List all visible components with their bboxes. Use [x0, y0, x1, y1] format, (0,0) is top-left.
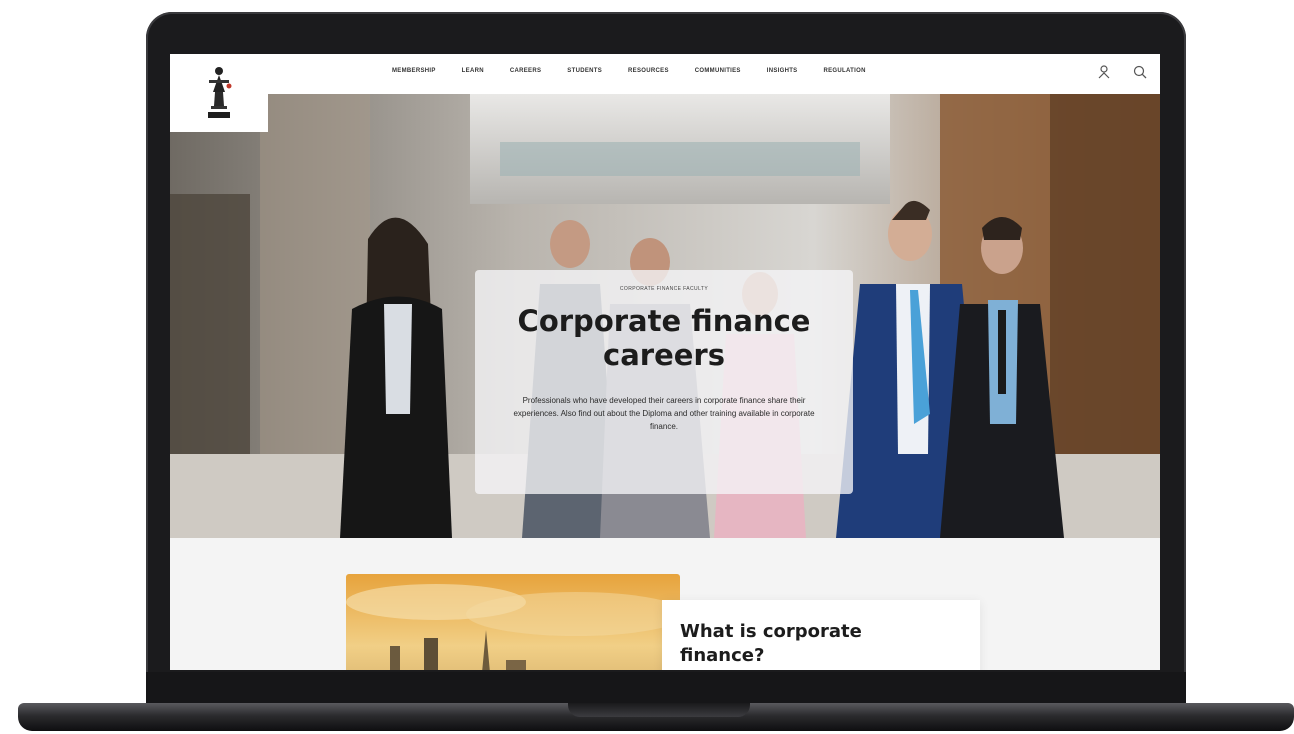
hero-card: CORPORATE FINANCE FACULTY Corporate fina…	[475, 270, 853, 494]
laptop-screen: MEMBERSHIP LEARN CAREERS STUDENTS RESOUR…	[170, 54, 1160, 670]
search-icon[interactable]	[1132, 64, 1148, 80]
nav-item-students[interactable]: STUDENTS	[567, 68, 602, 74]
nav-item-regulation[interactable]: REGULATION	[823, 68, 865, 74]
nav-item-learn[interactable]: LEARN	[462, 68, 484, 74]
nav-item-resources[interactable]: RESOURCES	[628, 68, 669, 74]
nav-item-careers[interactable]: CAREERS	[510, 68, 541, 74]
site-header: MEMBERSHIP LEARN CAREERS STUDENTS RESOUR…	[170, 54, 1160, 132]
hero-banner: CORPORATE FINANCE FACULTY Corporate fina…	[170, 94, 1160, 538]
nav-item-membership[interactable]: MEMBERSHIP	[392, 68, 436, 74]
nav-item-communities[interactable]: COMMUNITIES	[695, 68, 741, 74]
user-icon[interactable]	[1096, 64, 1112, 80]
laptop-chin	[146, 672, 1186, 704]
city-skyline-image	[346, 574, 680, 670]
hero-title: Corporate finance careers	[517, 304, 811, 372]
crest-logo-icon	[208, 67, 232, 118]
header-icons	[1096, 64, 1148, 80]
feature-section: What is corporate finance?	[170, 538, 1160, 670]
hero-description: Professionals who have developed their c…	[513, 396, 815, 431]
info-card[interactable]: What is corporate finance?	[662, 600, 980, 670]
hero-kicker: CORPORATE FINANCE FACULTY	[619, 286, 709, 292]
main-nav: MEMBERSHIP LEARN CAREERS STUDENTS RESOUR…	[392, 68, 866, 74]
nav-item-insights[interactable]: INSIGHTS	[767, 68, 798, 74]
logo[interactable]	[170, 54, 268, 132]
laptop-notch	[568, 703, 750, 717]
info-card-title: What is corporate finance?	[680, 621, 862, 666]
skyline-photo	[346, 574, 680, 670]
